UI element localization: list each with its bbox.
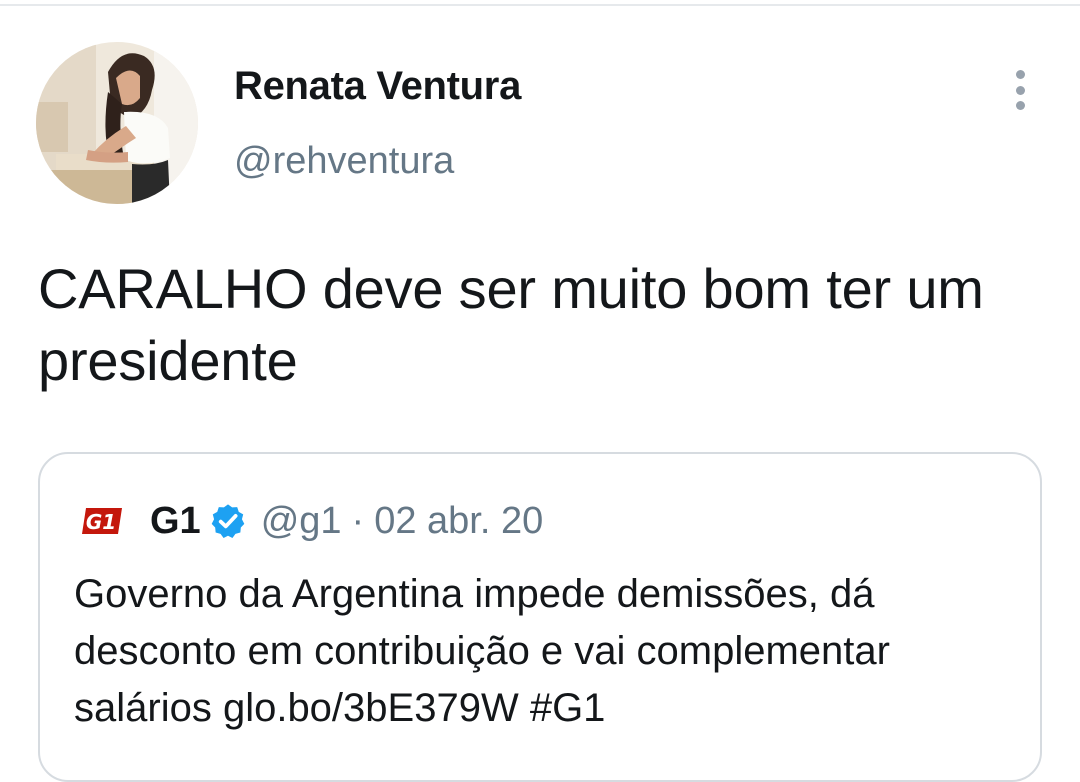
author-name[interactable]: Renata Ventura — [234, 64, 521, 109]
quoted-author-handle[interactable]: @g1 — [261, 500, 342, 543]
g1-logo-text: G1 — [86, 510, 116, 534]
more-options-icon[interactable] — [1002, 66, 1038, 114]
quoted-tweet-card[interactable]: G1 G1 @g1 · 02 abr. 20 Governo da Argent… — [38, 452, 1042, 782]
top-divider — [0, 4, 1080, 6]
tweet-text: CARALHO deve ser muito bom ter um presid… — [38, 257, 984, 392]
verified-badge-icon — [211, 504, 245, 538]
more-dot — [1015, 85, 1025, 95]
avatar-image — [36, 42, 198, 204]
more-dot — [1015, 101, 1025, 110]
quoted-tweet-header: G1 G1 @g1 · 02 abr. 20 — [80, 498, 543, 544]
g1-logo-icon[interactable]: G1 — [80, 504, 128, 538]
separator-dot: · — [351, 499, 365, 542]
more-dot — [1015, 70, 1025, 79]
quoted-tweet-text: Governo da Argentina impede demissões, d… — [74, 572, 890, 730]
avatar[interactable] — [36, 42, 198, 204]
quoted-tweet-date[interactable]: 02 abr. 20 — [374, 500, 543, 543]
author-handle[interactable]: @rehventura — [234, 140, 454, 183]
quoted-author-name[interactable]: G1 — [150, 500, 201, 543]
